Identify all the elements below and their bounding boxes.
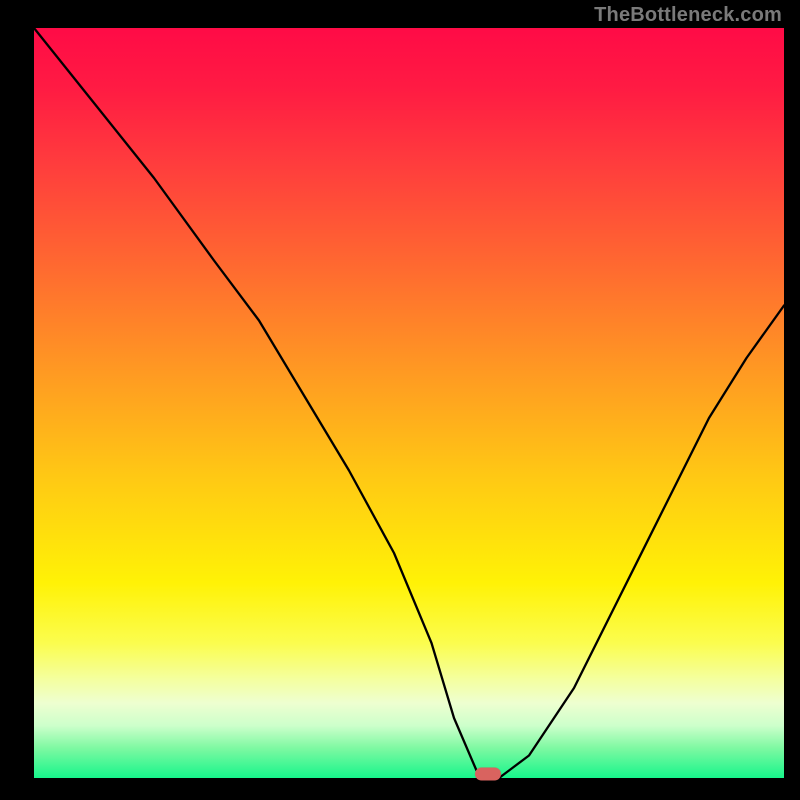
optimal-marker [475, 768, 501, 781]
bottleneck-curve [34, 28, 784, 778]
plot-area [34, 28, 784, 778]
chart-frame: TheBottleneck.com [0, 0, 800, 800]
watermark-text: TheBottleneck.com [594, 4, 782, 27]
